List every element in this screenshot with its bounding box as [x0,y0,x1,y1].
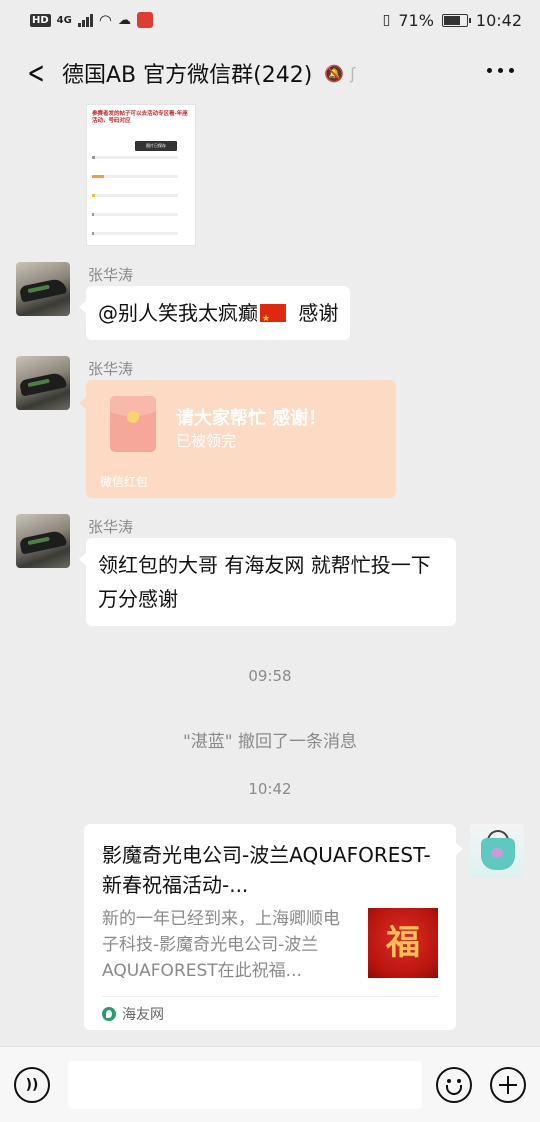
red-packet-icon [110,396,156,452]
app-notification-icon [136,12,153,28]
avatar[interactable] [16,356,70,410]
battery-icon [441,13,471,27]
voice-input-icon[interactable]: )) [14,1067,50,1103]
image-poll-row [92,204,190,216]
network-label: 4G [56,14,72,26]
message-text: @别人笑我太疯癫 [98,301,258,325]
sender-name: 张华涛 [88,360,134,378]
status-right: ▯ 71% 10:42 [383,11,522,30]
sender-name: 张华涛 [88,518,134,536]
chat-title: 德国AB 官方微信群(242) [62,63,313,88]
recall-notice: "湛蓝" 撤回了一条消息 [182,732,358,752]
article-title: 影魔奇光电公司-波兰AQUAFOREST-新春祝福活动-... [102,843,431,897]
divider [102,996,438,997]
clock: 10:42 [475,10,522,30]
red-packet-message[interactable]: 请大家帮忙 感谢！ 已被领完 微信红包 [79,380,396,498]
article-source: 海友网 [102,1004,164,1024]
message-bubble[interactable]: 领红包的大哥 有海友网 就帮忙投一下 万分感谢 [79,538,456,626]
cloud-icon: ☁ [117,12,131,28]
image-message[interactable]: 参赛者发的帖子可以去活动专区看-年座活动，号码对应 图片已保存 [86,104,196,246]
article-card[interactable]: 影魔奇光电公司-波兰AQUAFOREST-新春祝福活动-... 新的一年已经到来… [84,824,463,1030]
add-more-icon[interactable] [490,1067,526,1103]
image-poll-row [92,242,190,245]
image-poll-row [92,223,190,235]
input-bar: )) [0,1046,540,1122]
signal-icon [77,13,93,27]
message-bubble[interactable]: @别人笑我太疯癫 感谢 [78,286,351,340]
red-packet-title: 请大家帮忙 感谢！ [176,408,327,429]
source-logo-icon [102,1007,116,1021]
avatar[interactable] [16,262,70,316]
status-left: HD 4G ◠ ☁ [30,11,153,29]
article-thumbnail: 福 [368,908,438,978]
chat-header: < 德国AB 官方微信群(242) 🔕 ʃ [0,40,540,106]
more-icon[interactable] [487,68,514,73]
emoji-icon[interactable] [436,1067,472,1103]
article-description: 新的一年已经到来，上海卿顺电子科技-影魔奇光电公司-波兰AQUAFOREST在此… [102,909,340,981]
red-packet-status: 已被领完 [176,432,237,450]
red-packet-footer: 微信红包 [100,475,149,489]
battery-fill [443,15,460,25]
image-poll-row [92,166,190,178]
sender-name: 张华涛 [88,266,134,284]
timestamp: 10:42 [248,780,292,798]
my-avatar[interactable] [470,824,524,878]
source-name: 海友网 [122,1007,164,1023]
vibrate-icon: ▯ [382,12,391,28]
fu-character: 福 [386,923,420,963]
status-bar: HD 4G ◠ ☁ ▯ 71% 10:42 [0,0,540,40]
hd-badge: HD [30,13,51,27]
timestamp: 09:58 [248,667,292,685]
china-flag-icon [260,302,286,336]
message-text: 领红包的大哥 有海友网 就帮忙投一下 万分感谢 [98,553,431,611]
image-heading: 参赛者发的帖子可以去活动专区看-年座活动，号码对应 [92,111,188,124]
message-input[interactable] [68,1061,422,1109]
image-poll-row [92,185,190,197]
battery-percent: 71% [398,10,434,30]
back-icon[interactable]: < [23,53,48,93]
earpiece-icon: ʃ [350,63,356,83]
image-poll-row [92,147,190,159]
wifi-icon: ◠ [98,11,112,29]
mute-bell-icon: 🔕 [324,64,345,83]
message-text-suffix: 感谢 [292,301,339,325]
avatar[interactable] [16,514,70,568]
